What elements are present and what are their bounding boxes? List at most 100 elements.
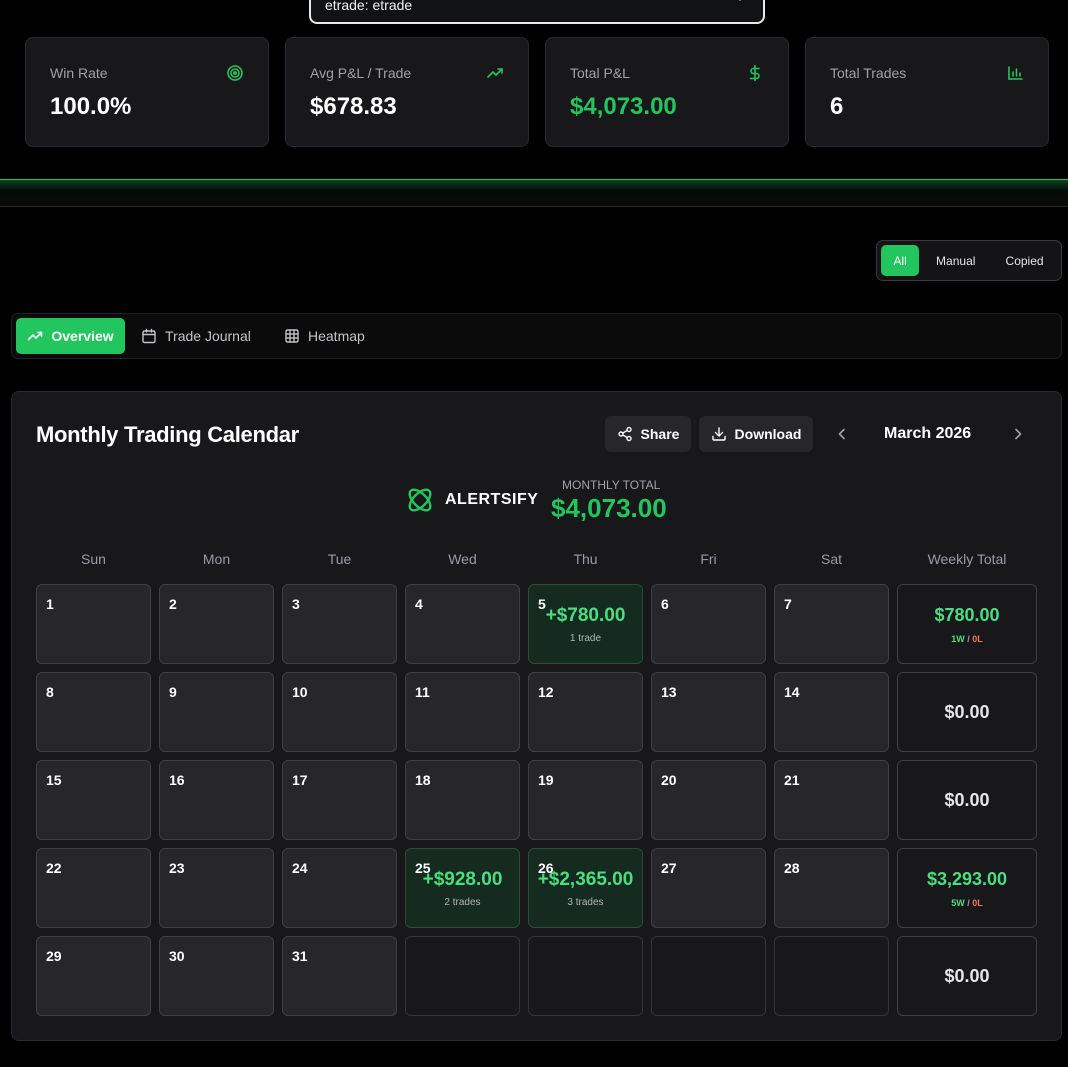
calendar-day[interactable]: 15: [36, 760, 151, 840]
source-filter: All Manual Copied: [876, 240, 1062, 281]
calendar-day[interactable]: 13: [651, 672, 766, 752]
tab-heatmap[interactable]: Heatmap: [284, 318, 365, 354]
day-number: 20: [661, 772, 677, 788]
stat-card-total-pnl: Total P&L $4,073.00: [545, 37, 789, 147]
next-month-button[interactable]: [1010, 426, 1026, 442]
calendar-day[interactable]: 3: [282, 584, 397, 664]
calendar-day[interactable]: 14: [774, 672, 889, 752]
prev-month-button[interactable]: [834, 426, 850, 442]
share-button[interactable]: Share: [605, 416, 691, 452]
filter-copied-button[interactable]: Copied: [992, 245, 1057, 276]
calendar-day[interactable]: 2: [159, 584, 274, 664]
weekday-header: Fri: [700, 551, 717, 567]
calendar-day[interactable]: 7: [774, 584, 889, 664]
calendar-day[interactable]: 27: [651, 848, 766, 928]
filter-manual-button[interactable]: Manual: [921, 245, 990, 276]
weekly-total-cell: $780.00 1W / 0L: [897, 584, 1037, 664]
trending-up-icon: [28, 331, 43, 341]
tab-label: Overview: [51, 328, 114, 344]
calendar-day[interactable]: 28: [774, 848, 889, 928]
day-number: 3: [292, 596, 300, 612]
day-pnl: +$780.00: [545, 605, 626, 626]
section-divider: [0, 179, 1068, 207]
monthly-calendar-panel: Monthly Trading Calendar Share Download …: [11, 391, 1062, 1041]
weekly-total-value: $0.00: [944, 702, 990, 722]
account-select[interactable]: etrade: etrade ⌄: [309, 0, 765, 24]
download-button[interactable]: Download: [699, 416, 813, 452]
tab-trade-journal[interactable]: Trade Journal: [141, 318, 251, 354]
stat-value: $4,073.00: [570, 93, 677, 120]
calendar-day[interactable]: 30: [159, 936, 274, 1016]
day-number: 9: [169, 684, 177, 700]
calendar-day[interactable]: 17: [282, 760, 397, 840]
calendar-day[interactable]: 25 +$928.00 2 trades: [405, 848, 520, 928]
download-icon: [711, 427, 726, 441]
calendar-day[interactable]: 12: [528, 672, 643, 752]
day-number: 16: [169, 772, 185, 788]
target-icon: [227, 65, 243, 81]
weekly-total-cell: $0.00: [897, 672, 1037, 752]
calendar-day[interactable]: 11: [405, 672, 520, 752]
day-number: 17: [292, 772, 308, 788]
day-number: 15: [46, 772, 62, 788]
calendar-day[interactable]: 5 +$780.00 1 trade: [528, 584, 643, 664]
calendar-day[interactable]: 1: [36, 584, 151, 664]
day-number: 23: [169, 860, 185, 876]
weekly-total-value: $3,293.00: [926, 869, 1008, 889]
day-number: 12: [538, 684, 554, 700]
calendar-day[interactable]: 21: [774, 760, 889, 840]
day-trade-count: 2 trades: [444, 897, 481, 908]
calendar-day[interactable]: 20: [651, 760, 766, 840]
calendar-icon: [142, 328, 156, 344]
calendar-day[interactable]: 26 +$2,365.00 3 trades: [528, 848, 643, 928]
day-number: 10: [292, 684, 308, 700]
day-trade-count: 3 trades: [567, 897, 604, 908]
monthly-total-value: $4,073.00: [551, 493, 667, 523]
account-select-value: etrade: etrade: [325, 0, 413, 13]
day-number: 18: [415, 772, 431, 788]
weekly-total-value: $0.00: [944, 790, 990, 810]
weekly-total-value: $0.00: [944, 966, 990, 986]
calendar-day-empty: [774, 936, 889, 1016]
dollar-icon: [749, 64, 760, 82]
weekly-losses: 0L: [972, 898, 983, 908]
calendar-day[interactable]: 19: [528, 760, 643, 840]
day-number: 1: [46, 596, 54, 612]
stat-value: 100.0%: [50, 93, 132, 120]
calendar-day[interactable]: 6: [651, 584, 766, 664]
calendar-day[interactable]: 18: [405, 760, 520, 840]
calendar-day[interactable]: 23: [159, 848, 274, 928]
calendar-day-empty: [405, 936, 520, 1016]
weekday-header: Mon: [202, 551, 231, 567]
tab-overview[interactable]: Overview: [16, 318, 125, 354]
day-number: 2: [169, 596, 177, 612]
calendar-day[interactable]: 24: [282, 848, 397, 928]
day-number: 27: [661, 860, 677, 876]
calendar-day[interactable]: 22: [36, 848, 151, 928]
filter-all-button[interactable]: All: [881, 245, 920, 276]
day-number: 31: [292, 948, 308, 964]
calendar-day[interactable]: 29: [36, 936, 151, 1016]
calendar-day-empty: [651, 936, 766, 1016]
calendar-day[interactable]: 10: [282, 672, 397, 752]
calendar-day[interactable]: 31: [282, 936, 397, 1016]
monthly-total-label: MONTHLY TOTAL: [562, 478, 661, 492]
calendar-day[interactable]: 9: [159, 672, 274, 752]
weekly-total-cell: $0.00: [897, 936, 1037, 1016]
day-pnl: +$928.00: [422, 869, 503, 890]
day-number: 21: [784, 772, 800, 788]
day-number: 19: [538, 772, 554, 788]
trending-up-icon: [487, 68, 503, 78]
calendar-day[interactable]: 16: [159, 760, 274, 840]
calendar-day[interactable]: 8: [36, 672, 151, 752]
weekly-total-cell: $3,293.00 5W / 0L: [897, 848, 1037, 928]
weekly-total-value: $780.00: [934, 605, 1000, 625]
day-number: 7: [784, 596, 792, 612]
weekly-losses: 0L: [972, 634, 983, 644]
tab-label: Trade Journal: [165, 328, 251, 344]
share-icon: [617, 426, 632, 442]
day-number: 29: [46, 948, 62, 964]
calendar-day[interactable]: 4: [405, 584, 520, 664]
stat-value: $678.83: [310, 93, 397, 120]
calendar-day-empty: [528, 936, 643, 1016]
